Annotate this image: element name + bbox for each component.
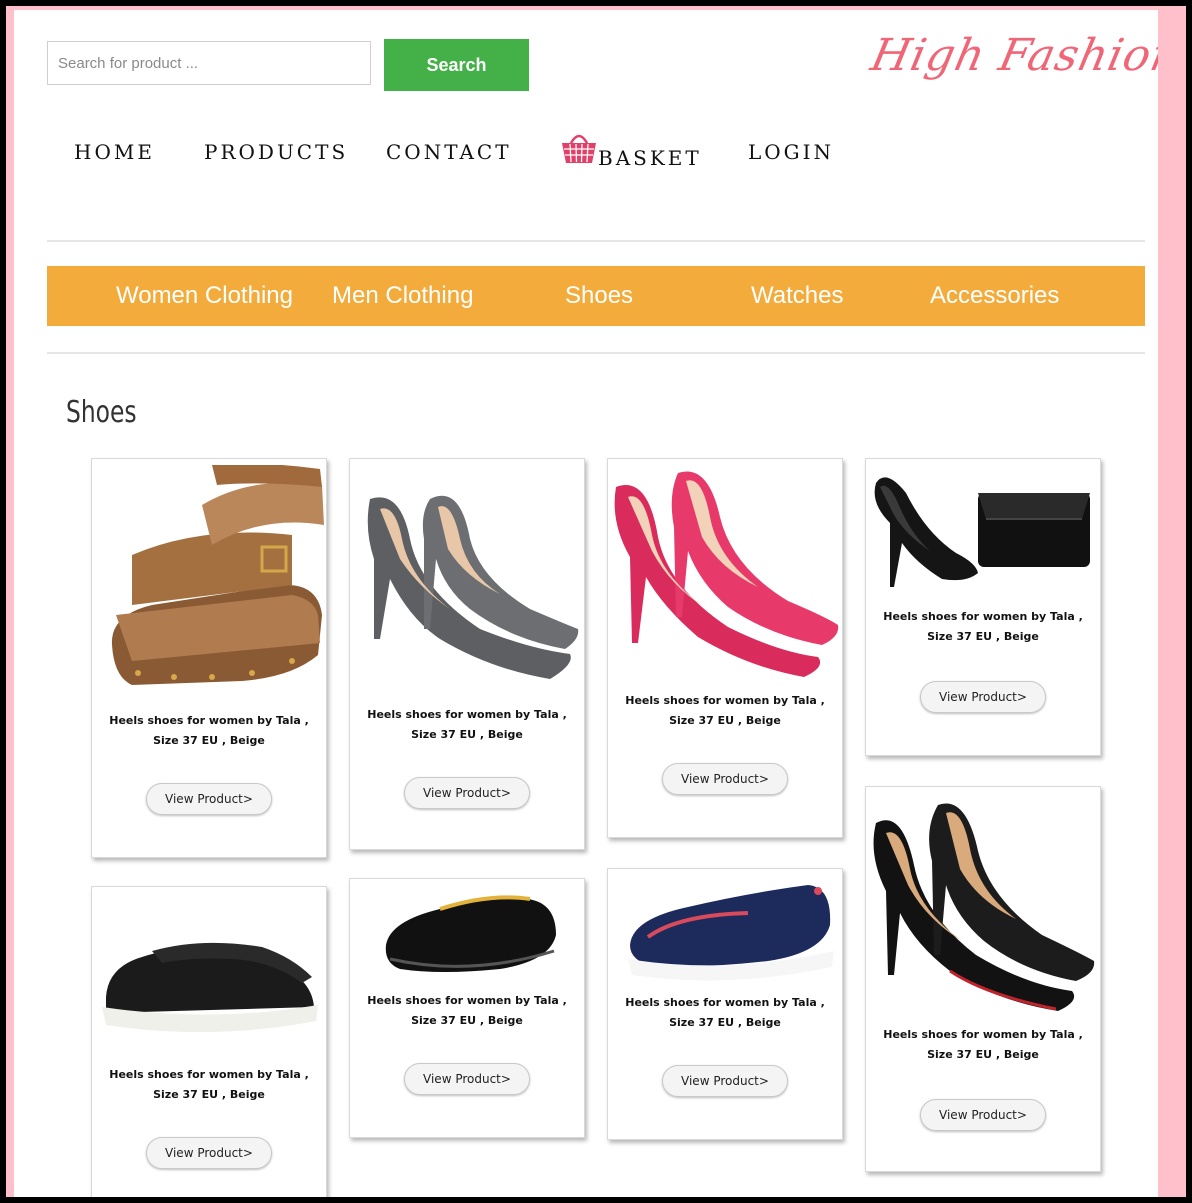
product-description: Heels shoes for women by Tala , Size 37 …	[883, 610, 1083, 643]
product-card[interactable]: Heels shoes for women by Tala , Size 37 …	[349, 878, 585, 1138]
product-description: Heels shoes for women by Tala , Size 37 …	[367, 708, 567, 741]
divider	[47, 352, 1145, 354]
view-product-button[interactable]: View Product>	[404, 777, 530, 809]
nav-contact[interactable]: CONTACT	[386, 140, 512, 164]
product-card[interactable]: Heels shoes for women by Tala , Size 37 …	[349, 458, 585, 850]
divider	[47, 240, 1145, 242]
product-card[interactable]: Heels shoes for women by Tala , Size 37 …	[91, 886, 327, 1197]
search-input[interactable]	[47, 41, 371, 85]
nav-login[interactable]: LOGIN	[748, 140, 834, 164]
product-description: Heels shoes for women by Tala , Size 37 …	[109, 1068, 309, 1101]
product-description: Heels shoes for women by Tala , Size 37 …	[625, 694, 825, 727]
view-product-button[interactable]: View Product>	[404, 1063, 530, 1095]
nav-basket[interactable]: BASKET	[598, 146, 702, 170]
product-image-black-heel-with-clutch[interactable]	[866, 463, 1100, 593]
section-title: Shoes	[66, 395, 137, 430]
product-image-pink-patent-pump[interactable]	[608, 467, 842, 677]
site-logo[interactable]: High Fashion	[867, 30, 1158, 81]
search-button[interactable]: Search	[384, 39, 529, 91]
category-accessories[interactable]: Accessories	[930, 266, 1059, 326]
product-image-grey-suede-pump[interactable]	[350, 479, 584, 689]
product-description: Heels shoes for women by Tala , Size 37 …	[109, 714, 309, 747]
view-product-button[interactable]: View Product>	[920, 1099, 1046, 1131]
product-image-navy-slip-on[interactable]	[608, 875, 842, 985]
category-women-clothing[interactable]: Women Clothing	[116, 266, 293, 326]
view-product-button[interactable]: View Product>	[662, 1065, 788, 1097]
product-description: Heels shoes for women by Tala , Size 37 …	[625, 996, 825, 1029]
view-product-button[interactable]: View Product>	[920, 681, 1046, 713]
page: Search High Fashion HOME PRODUCTS CONTAC…	[14, 10, 1158, 1197]
view-product-button[interactable]: View Product>	[662, 763, 788, 795]
product-image-black-sneaker[interactable]	[92, 917, 326, 1047]
page-frame: Search High Fashion HOME PRODUCTS CONTAC…	[6, 6, 1186, 1197]
product-card[interactable]: Heels shoes for women by Tala , Size 37 …	[607, 868, 843, 1140]
product-card[interactable]: Heels shoes for women by Tala , Size 37 …	[865, 458, 1101, 756]
product-card[interactable]: Heels shoes for women by Tala , Size 37 …	[91, 458, 327, 858]
view-product-button[interactable]: View Product>	[146, 783, 272, 815]
category-bar: Women Clothing Men Clothing Shoes Watche…	[47, 266, 1145, 326]
product-image-black-slip-on[interactable]	[350, 885, 584, 985]
category-shoes[interactable]: Shoes	[565, 266, 633, 326]
basket-icon[interactable]	[559, 127, 599, 167]
nav-home[interactable]: HOME	[74, 140, 155, 164]
product-description: Heels shoes for women by Tala , Size 37 …	[367, 994, 567, 1027]
category-watches[interactable]: Watches	[751, 266, 843, 326]
product-image-black-patent-pump[interactable]	[866, 795, 1100, 1015]
product-image-brown-wedge-sandal[interactable]	[92, 465, 326, 697]
product-description: Heels shoes for women by Tala , Size 37 …	[883, 1028, 1083, 1061]
category-men-clothing[interactable]: Men Clothing	[332, 266, 473, 326]
view-product-button[interactable]: View Product>	[146, 1137, 272, 1169]
product-card[interactable]: Heels shoes for women by Tala , Size 37 …	[865, 786, 1101, 1172]
nav-products[interactable]: PRODUCTS	[204, 140, 348, 164]
product-card[interactable]: Heels shoes for women by Tala , Size 37 …	[607, 458, 843, 838]
